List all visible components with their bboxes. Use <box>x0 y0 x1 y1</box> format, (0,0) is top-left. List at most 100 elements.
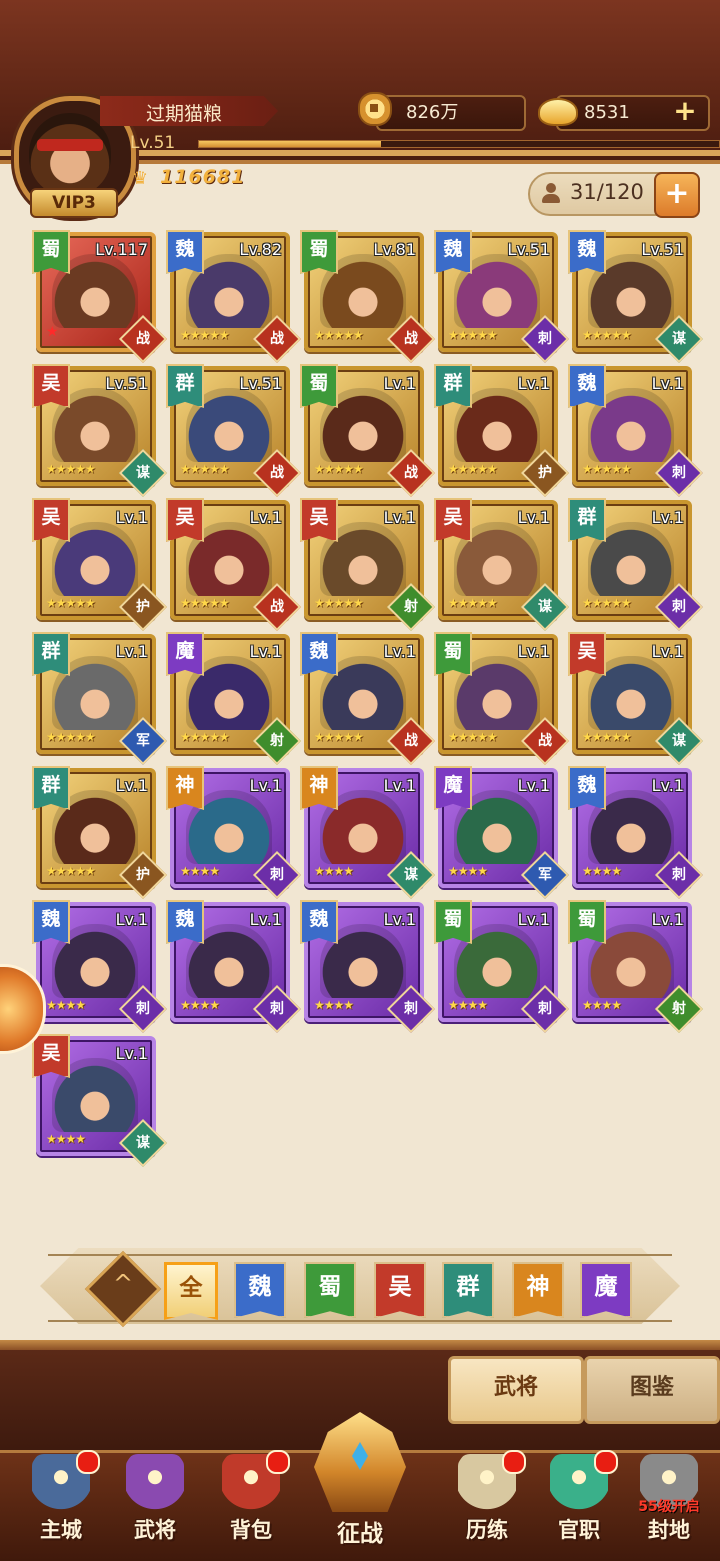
hero-card[interactable]: 魔 Lv.1 ★★★★ 军 <box>434 766 570 900</box>
nav-item[interactable]: 武将 <box>108 1446 202 1554</box>
filter-tab[interactable]: 魔 <box>580 1262 632 1318</box>
faction-banner: 魏 <box>568 364 606 408</box>
hero-card[interactable]: 吴 Lv.1 ★★★★★ 谋 <box>434 498 570 632</box>
vip-badge[interactable]: VIP3 <box>30 188 118 218</box>
hero-card[interactable]: 魏 Lv.1 ★★★★ 刺 <box>166 900 302 1034</box>
nav-item[interactable]: 官职 <box>532 1446 626 1554</box>
hero-stars: ★★★★★ <box>314 596 364 610</box>
hero-level: Lv.1 <box>651 374 684 393</box>
hero-stars: ★★★★ <box>582 998 622 1012</box>
hero-card[interactable]: 魏 Lv.1 ★★★★★ 刺 <box>568 364 704 498</box>
hero-card[interactable]: 吴 Lv.1 ★★★★★ 谋 <box>568 632 704 766</box>
faction-banner: 魏 <box>166 900 204 944</box>
hero-level: Lv.51 <box>239 374 282 393</box>
faction-banner: 魏 <box>32 900 70 944</box>
hero-level: Lv.82 <box>239 240 282 259</box>
hero-stars: ★★★★ <box>448 864 488 878</box>
hero-card[interactable]: 吴 Lv.1 ★★★★★ 护 <box>32 498 168 632</box>
nav-label: 历练 <box>466 1518 508 1542</box>
hero-stars: ★★★★★ <box>180 596 230 610</box>
hero-card[interactable]: 魏 Lv.1 ★★★★★ 战 <box>300 632 436 766</box>
hero-card[interactable]: 群 Lv.1 ★★★★★ 刺 <box>568 498 704 632</box>
role-label: 谋 <box>404 867 418 883</box>
hero-card[interactable]: 魏 Lv.51 ★★★★★ 谋 <box>568 230 704 364</box>
filter-tab[interactable]: 吴 <box>374 1262 426 1318</box>
hero-level: Lv.1 <box>651 508 684 527</box>
hero-card[interactable]: 蜀 Lv.1 ★★★★ 刺 <box>434 900 570 1034</box>
faction-banner: 蜀 <box>32 230 70 274</box>
hero-card[interactable]: 魏 Lv.1 ★★★★ 刺 <box>32 900 168 1034</box>
faction-banner: 吴 <box>300 498 338 542</box>
hero-stars: ★★★★★ <box>448 730 498 744</box>
hero-card[interactable]: 魏 Lv.1 ★★★★ 刺 <box>300 900 436 1034</box>
hero-card[interactable]: 神 Lv.1 ★★★★ 刺 <box>166 766 302 900</box>
hero-level: Lv.1 <box>115 776 148 795</box>
faction-banner: 魏 <box>434 230 472 274</box>
faction-banner: 群 <box>568 498 606 542</box>
role-label: 军 <box>538 867 552 883</box>
hero-card[interactable]: 魏 Lv.51 ★★★★★ 刺 <box>434 230 570 364</box>
copper-resource[interactable]: 826万 <box>376 95 526 131</box>
hero-card[interactable]: 群 Lv.1 ★★★★★ 护 <box>434 364 570 498</box>
nav-label: 官职 <box>558 1518 600 1542</box>
role-label: 谋 <box>136 1135 150 1151</box>
nav-item[interactable]: 主城 <box>14 1446 108 1554</box>
nav-label: 背包 <box>230 1518 272 1542</box>
hero-card[interactable]: 蜀 Lv.117 ★ 战 <box>32 230 168 364</box>
faction-banner: 魔 <box>166 632 204 676</box>
filter-tab[interactable]: 魏 <box>234 1262 286 1318</box>
faction-banner: 蜀 <box>434 632 472 676</box>
hero-card[interactable]: 吴 Lv.1 ★★★★★ 射 <box>300 498 436 632</box>
filter-tab[interactable]: 蜀 <box>304 1262 356 1318</box>
hero-card[interactable]: 吴 Lv.1 ★★★★ 谋 <box>32 1034 168 1168</box>
role-label: 战 <box>136 331 150 347</box>
expand-roster-button[interactable]: + <box>654 172 700 218</box>
role-label: 刺 <box>404 1001 418 1017</box>
role-label: 谋 <box>672 733 686 749</box>
tab-heroes[interactable]: 武将 <box>448 1356 584 1424</box>
player-name: 过期猫粮 <box>146 103 223 125</box>
hero-card[interactable]: 蜀 Lv.1 ★★★★★ 战 <box>434 632 570 766</box>
faction-banner: 吴 <box>32 498 70 542</box>
hero-card[interactable]: 神 Lv.1 ★★★★ 谋 <box>300 766 436 900</box>
hero-card[interactable]: 魏 Lv.82 ★★★★★ 战 <box>166 230 302 364</box>
nav-item[interactable]: 历练 <box>440 1446 534 1554</box>
hero-card[interactable]: 蜀 Lv.81 ★★★★★ 战 <box>300 230 436 364</box>
tab-codex[interactable]: 图鉴 <box>584 1356 720 1424</box>
hero-card[interactable]: 群 Lv.1 ★★★★★ 军 <box>32 632 168 766</box>
filter-tab[interactable]: 全 <box>164 1262 218 1320</box>
role-label: 刺 <box>672 465 686 481</box>
hero-card[interactable]: 蜀 Lv.1 ★★★★★ 战 <box>300 364 436 498</box>
hero-card[interactable]: 魔 Lv.1 ★★★★★ 射 <box>166 632 302 766</box>
role-label: 战 <box>404 465 418 481</box>
faction-banner: 吴 <box>32 1034 70 1078</box>
hero-stars: ★★★★ <box>180 864 220 878</box>
hero-level: Lv.1 <box>249 508 282 527</box>
hero-card[interactable]: 群 Lv.51 ★★★★★ 战 <box>166 364 302 498</box>
hero-level: Lv.1 <box>115 508 148 527</box>
nav-item[interactable]: 背包 <box>204 1446 298 1554</box>
hero-level: Lv.81 <box>373 240 416 259</box>
hero-card[interactable]: 吴 Lv.1 ★★★★★ 战 <box>166 498 302 632</box>
filter-tab[interactable]: 神 <box>512 1262 564 1318</box>
faction-banner: 魏 <box>568 230 606 274</box>
role-label: 射 <box>672 1001 686 1017</box>
hero-level: Lv.1 <box>115 1044 148 1063</box>
filter-tab[interactable]: 群 <box>442 1262 494 1318</box>
avatar-headband <box>37 139 103 151</box>
nav-campaign[interactable]: 征战 <box>300 1406 420 1556</box>
faction-banner: 神 <box>166 766 204 810</box>
hero-level: Lv.1 <box>517 642 550 661</box>
nav-item[interactable]: 55级开启 封地 <box>622 1446 716 1554</box>
notification-dot <box>266 1450 290 1474</box>
hero-level: Lv.1 <box>651 776 684 795</box>
faction-banner: 魏 <box>166 230 204 274</box>
hero-card[interactable]: 群 Lv.1 ★★★★★ 护 <box>32 766 168 900</box>
hero-card[interactable]: 蜀 Lv.1 ★★★★ 射 <box>568 900 704 1034</box>
role-label: 战 <box>270 599 284 615</box>
role-label: 战 <box>270 465 284 481</box>
hero-card[interactable]: 魏 Lv.1 ★★★★ 刺 <box>568 766 704 900</box>
add-gold-button[interactable]: + <box>670 97 700 127</box>
red-star-icon: ★ <box>46 324 59 340</box>
hero-card[interactable]: 吴 Lv.51 ★★★★★ 谋 <box>32 364 168 498</box>
